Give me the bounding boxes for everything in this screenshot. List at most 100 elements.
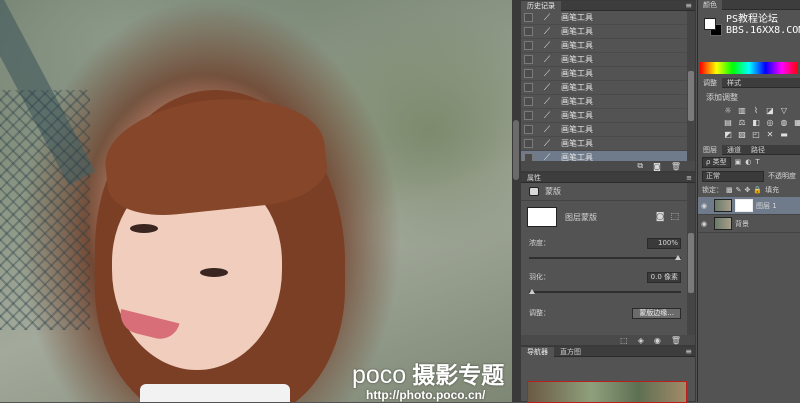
properties-scrollbar[interactable] bbox=[687, 183, 695, 337]
channel-mixer-icon[interactable]: ◍ bbox=[778, 118, 790, 127]
layer-name[interactable]: 图层 1 bbox=[756, 201, 777, 211]
density-slider-knob[interactable] bbox=[675, 255, 681, 260]
watermark-url: http://photo.poco.cn/ bbox=[366, 388, 486, 402]
photo-canvas[interactable]: poco 摄影专题 http://photo.poco.cn/ bbox=[0, 0, 512, 402]
hue-saturation-icon[interactable]: ▤ bbox=[722, 118, 734, 127]
threshold-icon[interactable]: ◰ bbox=[750, 130, 762, 139]
tab-color[interactable]: 颜色 bbox=[698, 0, 722, 10]
layer-row[interactable]: ◉ 图层 1 bbox=[698, 197, 800, 215]
color-spectrum-bar[interactable] bbox=[700, 62, 798, 74]
pixel-mask-icon[interactable]: ◙ bbox=[656, 212, 665, 222]
layer-thumbnail[interactable] bbox=[714, 217, 732, 230]
lock-move-icon[interactable]: ✥ bbox=[745, 186, 751, 194]
trash-icon[interactable]: 🗑 bbox=[671, 336, 681, 345]
subject-collar bbox=[140, 384, 290, 402]
tab-navigator[interactable]: 导航器 bbox=[521, 346, 554, 357]
history-source-checkbox[interactable] bbox=[524, 139, 533, 148]
exposure-icon[interactable]: ◪ bbox=[764, 106, 776, 115]
history-source-checkbox[interactable] bbox=[524, 55, 533, 64]
color-balance-icon[interactable]: ⚖ bbox=[736, 118, 748, 127]
tab-styles[interactable]: 样式 bbox=[722, 78, 746, 88]
snapshot-camera-icon[interactable]: ◙ bbox=[653, 162, 661, 171]
density-slider[interactable] bbox=[529, 253, 681, 263]
feather-label: 羽化： bbox=[529, 273, 550, 281]
history-state-row[interactable]: ⟋ 画笔工具 bbox=[521, 81, 689, 95]
history-state-row[interactable]: ⟋ 画笔工具 bbox=[521, 137, 689, 151]
history-source-checkbox[interactable] bbox=[524, 41, 533, 50]
history-scroll-thumb[interactable] bbox=[688, 71, 694, 121]
blend-mode-select[interactable]: 正常 bbox=[702, 170, 764, 182]
history-state-row[interactable]: ⟋ 画笔工具 bbox=[521, 53, 689, 67]
apply-mask-icon[interactable]: ◈ bbox=[638, 336, 644, 345]
properties-title[interactable]: 属性 bbox=[527, 173, 541, 182]
tab-adjustments[interactable]: 调整 bbox=[698, 77, 722, 88]
properties-scroll-thumb[interactable] bbox=[688, 233, 694, 293]
feather-slider[interactable] bbox=[529, 287, 681, 297]
color-lookup-icon[interactable]: ▦ bbox=[792, 118, 800, 127]
layer-filter-select[interactable]: ρ 类型 bbox=[702, 156, 731, 168]
spacer-icon bbox=[792, 106, 800, 115]
canvas-scroll-thumb[interactable] bbox=[513, 120, 519, 180]
history-source-checkbox[interactable] bbox=[524, 125, 533, 134]
layer-row[interactable]: ◉ 背景 bbox=[698, 215, 800, 233]
history-source-checkbox[interactable] bbox=[524, 97, 533, 106]
history-state-row[interactable]: ⟋ 画笔工具 bbox=[521, 39, 689, 53]
layer-mask-thumbnail[interactable] bbox=[527, 207, 557, 227]
tab-history[interactable]: 历史记录 bbox=[521, 0, 561, 11]
invert-icon[interactable]: ◩ bbox=[722, 130, 734, 139]
history-state-row[interactable]: ⟋ 画笔工具 bbox=[521, 25, 689, 39]
visibility-eye-icon[interactable]: ◉ bbox=[701, 220, 711, 228]
layer-thumbnail[interactable] bbox=[714, 199, 732, 212]
navigator-preview[interactable] bbox=[527, 381, 687, 403]
load-selection-icon[interactable]: ⬚ bbox=[620, 336, 628, 345]
tab-paths[interactable]: 路径 bbox=[746, 145, 770, 155]
visibility-eye-icon[interactable]: ◉ bbox=[701, 202, 711, 210]
refine-mask-edge-button[interactable]: 蒙版边缘... bbox=[632, 307, 681, 319]
canvas-scrollbar[interactable] bbox=[512, 0, 520, 402]
tab-layers[interactable]: 图层 bbox=[698, 144, 722, 155]
lock-paint-icon[interactable]: ✎ bbox=[736, 186, 742, 194]
panel-menu-icon[interactable]: ≡ bbox=[685, 1, 692, 10]
photo-filter-icon[interactable]: ◎ bbox=[764, 118, 776, 127]
history-state-row[interactable]: ⟋ 画笔工具 bbox=[521, 11, 689, 25]
vector-mask-icon[interactable]: ⬚ bbox=[670, 212, 679, 222]
visibility-eye-icon[interactable]: ◉ bbox=[654, 336, 661, 345]
lock-transparent-icon[interactable]: ▩ bbox=[726, 186, 733, 194]
history-state-row[interactable]: ⟋ 画笔工具 bbox=[521, 95, 689, 109]
history-source-checkbox[interactable] bbox=[524, 27, 533, 36]
history-source-checkbox[interactable] bbox=[524, 13, 533, 22]
density-input[interactable]: 100% bbox=[647, 237, 681, 249]
history-state-row[interactable]: ⟋ 画笔工具 bbox=[521, 109, 689, 123]
panel-menu-icon[interactable]: ≡ bbox=[685, 347, 692, 356]
history-state-label: 画笔工具 bbox=[561, 125, 593, 134]
new-document-from-state-icon[interactable]: ⧉ bbox=[637, 161, 643, 171]
history-state-row[interactable]: ⟋ 画笔工具 bbox=[521, 67, 689, 81]
filter-pixel-icon[interactable]: ▣ bbox=[735, 158, 742, 166]
trash-icon[interactable]: 🗑 bbox=[671, 162, 681, 171]
posterize-icon[interactable]: ▨ bbox=[736, 130, 748, 139]
foreground-color-swatch[interactable] bbox=[704, 18, 716, 30]
levels-icon[interactable]: ▥ bbox=[736, 106, 748, 115]
mask-icon[interactable] bbox=[529, 187, 539, 196]
brightness-contrast-icon[interactable]: ☼ bbox=[722, 106, 734, 115]
tab-histogram[interactable]: 直方图 bbox=[554, 347, 587, 357]
gradient-map-icon[interactable]: ▬ bbox=[778, 130, 790, 139]
tab-channels[interactable]: 通道 bbox=[722, 145, 746, 155]
filter-adjust-icon[interactable]: ◐ bbox=[745, 158, 751, 166]
filter-type-icon[interactable]: T bbox=[755, 158, 759, 166]
history-source-checkbox[interactable] bbox=[524, 69, 533, 78]
history-source-checkbox[interactable] bbox=[524, 111, 533, 120]
layer-name[interactable]: 背景 bbox=[735, 219, 749, 229]
history-scrollbar[interactable] bbox=[687, 11, 695, 161]
lock-all-icon[interactable]: 🔒 bbox=[753, 186, 762, 194]
layer-mask-thumbnail[interactable] bbox=[735, 199, 753, 212]
vibrance-icon[interactable]: ▽ bbox=[778, 106, 790, 115]
panel-menu-icon[interactable]: ≡ bbox=[686, 173, 692, 182]
history-state-row[interactable]: ⟋ 画笔工具 bbox=[521, 123, 689, 137]
curves-icon[interactable]: ⌇ bbox=[750, 106, 762, 115]
selective-color-icon[interactable]: ✕ bbox=[764, 130, 776, 139]
feather-slider-knob[interactable] bbox=[529, 289, 535, 294]
feather-input[interactable]: 0.0 像素 bbox=[647, 271, 681, 283]
black-white-icon[interactable]: ◧ bbox=[750, 118, 762, 127]
history-source-checkbox[interactable] bbox=[524, 83, 533, 92]
